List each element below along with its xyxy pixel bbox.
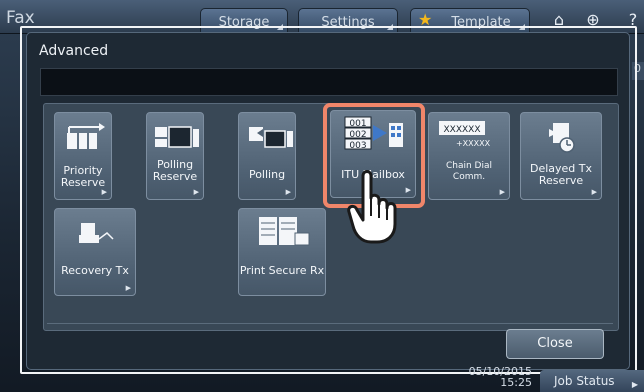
- mailbox-code-2: 002: [349, 130, 366, 140]
- polling-reserve-label: Polling Reserve: [152, 158, 198, 183]
- fax-screen: Fax Storage ◢ Settings ◢ Template ◢ ★ ⌂ …: [0, 0, 644, 392]
- dialog-title: Advanced: [39, 43, 109, 59]
- star-icon: ★: [418, 10, 433, 29]
- itu-mailbox-button[interactable]: 001 002 003 ITU Mailbox ▶: [330, 110, 416, 198]
- chevron-icon: ◢: [518, 22, 525, 31]
- polling-reserve-button[interactable]: Polling Reserve ▶: [146, 112, 204, 200]
- tab-settings-label: Settings: [321, 15, 375, 30]
- print-secure-rx-icon: [259, 217, 310, 246]
- top-bar: Fax Storage ◢ Settings ◢ Template ◢ ★ ⌂ …: [0, 0, 644, 34]
- polling-icon: [249, 127, 293, 148]
- chevron-icon: ▶: [285, 188, 291, 196]
- tab-storage[interactable]: Storage ◢: [200, 8, 288, 34]
- divider: [47, 323, 613, 324]
- print-secure-rx-button[interactable]: Print Secure Rx: [238, 208, 326, 296]
- chevron-icon: ▶: [405, 186, 411, 194]
- print-secure-rx-label: Print Secure Rx: [239, 264, 325, 277]
- itu-mailbox-label: ITU Mailbox: [341, 168, 405, 181]
- itu-mailbox-icon: 001 002 003: [344, 116, 403, 151]
- chevron-icon: ◢: [276, 22, 283, 31]
- globe-icon[interactable]: ⊕: [578, 10, 608, 34]
- recovery-tx-button[interactable]: Recovery Tx ▶: [54, 208, 136, 296]
- polling-button[interactable]: Polling ▶: [238, 112, 296, 200]
- chevron-icon: ▶: [193, 188, 199, 196]
- polling-reserve-icon: [155, 126, 199, 148]
- chevron-icon: ▶: [101, 188, 107, 196]
- status-time: 15:25: [500, 376, 532, 389]
- tab-template-label: Template: [451, 15, 511, 30]
- tab-settings[interactable]: Settings ◢: [298, 8, 398, 34]
- chain-dial-comm-label: Chain Dial Comm.: [445, 161, 492, 182]
- mailbox-code-3: 003: [349, 141, 366, 151]
- delayed-tx-reserve-button[interactable]: Delayed Tx Reserve ▶: [520, 112, 602, 200]
- advanced-dialog: Advanced: [26, 32, 630, 370]
- delayed-tx-icon: [549, 123, 575, 153]
- chevron-icon: ▶: [591, 188, 597, 196]
- status-datetime: 05/10/2015 15:25: [462, 366, 532, 388]
- recovery-tx-label: Recovery Tx: [61, 264, 129, 277]
- home-icon[interactable]: ⌂: [544, 10, 574, 34]
- priority-reserve-icon: [67, 123, 105, 149]
- priority-reserve-label: Priority Reserve: [60, 164, 106, 189]
- help-icon[interactable]: ?: [618, 10, 644, 34]
- info-bar: [40, 68, 618, 96]
- chevron-icon: ▶: [125, 284, 131, 292]
- chain-dial-icon: XXXXXX +XXXXX: [439, 121, 491, 148]
- chevron-icon: ▶: [631, 380, 638, 389]
- recovery-tx-icon: [79, 223, 114, 243]
- right-stub: 0: [632, 62, 644, 80]
- help-label: ?: [628, 10, 638, 29]
- job-status-label: Job Status: [554, 374, 615, 388]
- delayed-tx-reserve-label: Delayed Tx Reserve: [529, 162, 593, 187]
- close-button[interactable]: Close: [506, 329, 604, 359]
- chain-dial-code-2: +XXXXX: [456, 139, 491, 148]
- mailbox-code-1: 001: [349, 119, 366, 129]
- polling-label: Polling: [248, 168, 286, 181]
- job-status-button[interactable]: Job Status ▶: [540, 370, 644, 392]
- chevron-icon: ◢: [386, 22, 393, 31]
- chain-dial-comm-button[interactable]: XXXXXX +XXXXX Chain Dial Comm. ▶: [428, 112, 510, 200]
- chevron-icon: ▶: [499, 188, 505, 196]
- app-title: Fax: [6, 8, 35, 28]
- chain-dial-code-1: XXXXXX: [444, 125, 481, 135]
- tab-storage-label: Storage: [218, 15, 270, 30]
- priority-reserve-button[interactable]: Priority Reserve ▶: [54, 112, 112, 200]
